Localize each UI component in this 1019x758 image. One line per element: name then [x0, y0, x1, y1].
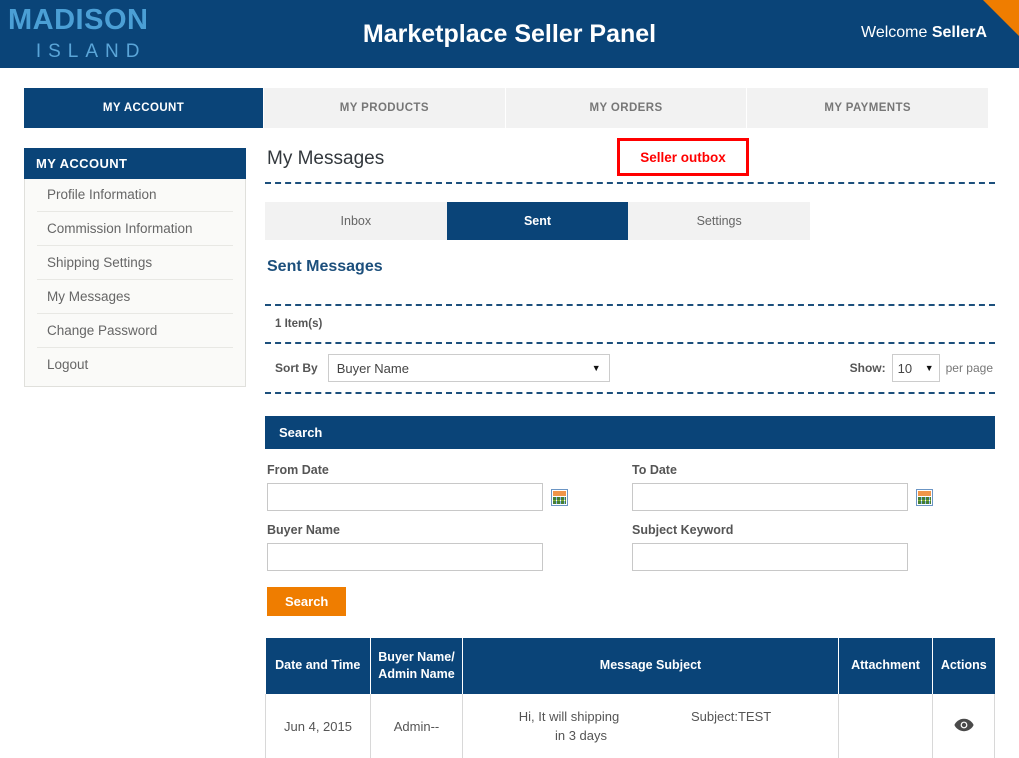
divider-under-title — [265, 182, 995, 184]
annotation-label: Seller outbox — [640, 149, 726, 165]
calendar-icon[interactable] — [551, 488, 568, 506]
sort-by-select[interactable]: Buyer Name ▼ — [327, 354, 610, 382]
page-size-value: 10 — [897, 360, 913, 376]
welcome-username: SellerA — [931, 24, 987, 41]
cell-attachment — [838, 693, 933, 758]
section-title: Sent Messages — [267, 258, 383, 275]
messages-tab-bar: Inbox Sent Settings — [265, 202, 810, 240]
sidebar-item-commission-information[interactable]: Commission Information — [37, 212, 233, 246]
search-button[interactable]: Search — [267, 587, 347, 616]
cell-buyer-name: Admin-- — [370, 693, 463, 758]
tab-inbox[interactable]: Inbox — [265, 202, 447, 240]
item-count: 1 Item(s) — [275, 318, 323, 330]
message-line-2: in 3 days — [554, 727, 608, 743]
cell-message-subject: Hi, It will shipping in 3 days Subject:T… — [462, 693, 839, 758]
sorter-row: Sort By Buyer Name ▼ Show: 10 ▼ per page — [265, 344, 995, 392]
nav-tab-label: MY PAYMENTS — [824, 102, 911, 114]
divider-below-sorter — [265, 392, 995, 394]
annotation-seller-outbox: Seller outbox — [617, 138, 749, 176]
sidebar-item-shipping-settings[interactable]: Shipping Settings — [37, 246, 233, 280]
nav-tab-label: MY PRODUCTS — [339, 102, 429, 114]
message-inner: Hi, It will shipping in 3 days Subject:T… — [469, 708, 832, 746]
search-panel-title: Search — [265, 416, 995, 449]
per-page-label: per page — [945, 361, 993, 375]
from-date-field-wrap — [267, 483, 632, 523]
eye-icon[interactable] — [953, 718, 974, 735]
sent-messages-table: Date and Time Buyer Name/ Admin Name Mes… — [265, 638, 995, 758]
list-toolbar: 1 Item(s) Sort By Buyer Name ▼ Show: 10 … — [265, 304, 995, 394]
table-header-row: Date and Time Buyer Name/ Admin Name Mes… — [265, 638, 995, 694]
column-header-message-subject: Message Subject — [462, 638, 839, 694]
from-date-label: From Date — [267, 463, 329, 477]
chevron-down-icon: ▼ — [924, 363, 934, 373]
to-date-field-wrap — [632, 483, 997, 523]
welcome-prefix: Welcome — [861, 24, 932, 41]
nav-tab-label: MY ORDERS — [589, 102, 663, 114]
table-row[interactable]: Jun 4, 2015 Admin-- Hi, It will shipping… — [265, 693, 995, 758]
sort-by-label: Sort By — [275, 361, 318, 375]
from-date-input[interactable] — [267, 483, 543, 511]
nav-tab-my-orders[interactable]: MY ORDERS — [505, 88, 748, 128]
column-header-buyer-name: Buyer Name/ Admin Name — [370, 638, 463, 694]
sorter-group: Sort By Buyer Name ▼ — [275, 354, 610, 382]
nav-tab-my-account[interactable]: MY ACCOUNT — [24, 88, 264, 128]
message-subject-text: Subject:TEST — [691, 708, 772, 724]
subject-keyword-input[interactable] — [632, 543, 908, 571]
buyer-name-label: Buyer Name — [267, 523, 340, 537]
account-sidebar: MY ACCOUNT Profile Information Commissio… — [24, 148, 246, 387]
column-header-actions: Actions — [932, 638, 995, 694]
main-content: My Messages Inbox Sent Settings Sent Mes… — [265, 140, 995, 758]
buyer-name-input[interactable] — [267, 543, 543, 571]
welcome-message: Welcome SellerA — [861, 24, 987, 42]
nav-tab-my-payments[interactable]: MY PAYMENTS — [747, 88, 989, 128]
seller-panel-page: MADISON ISLAND Marketplace Seller Panel … — [0, 0, 1019, 758]
nav-tab-label: MY ACCOUNT — [102, 102, 185, 114]
column-header-line1: Buyer Name/ — [378, 650, 455, 664]
nav-tab-my-products[interactable]: MY PRODUCTS — [264, 88, 506, 128]
table-head: Date and Time Buyer Name/ Admin Name Mes… — [265, 638, 995, 694]
subject-keyword-field-wrap — [632, 543, 997, 583]
tab-settings[interactable]: Settings — [628, 202, 810, 240]
search-form: From Date To Date Buyer Name Subject Key… — [265, 449, 995, 616]
sidebar-menu: Profile Information Commission Informati… — [25, 178, 245, 386]
column-header-line2: Admin Name — [378, 666, 455, 681]
message-line-1: Hi, It will shipping — [518, 708, 620, 724]
cell-date: Jun 4, 2015 — [265, 693, 371, 758]
buyer-name-field-wrap — [267, 543, 632, 583]
search-panel: Search From Date To Date Buyer Name Subj… — [265, 416, 995, 616]
sidebar-item-profile-information[interactable]: Profile Information — [37, 178, 233, 212]
to-date-label: To Date — [632, 463, 677, 477]
chevron-down-icon: ▼ — [591, 363, 601, 373]
page-size-group: Show: 10 ▼ per page — [850, 354, 995, 382]
table-body: Jun 4, 2015 Admin-- Hi, It will shipping… — [265, 693, 995, 758]
page-size-select[interactable]: 10 ▼ — [891, 354, 940, 382]
column-header-attachment: Attachment — [838, 638, 933, 694]
sidebar-item-change-password[interactable]: Change Password — [37, 314, 233, 348]
column-header-date-and-time: Date and Time — [265, 638, 371, 694]
sidebar-heading: MY ACCOUNT — [24, 148, 246, 179]
main-navigation: MY ACCOUNT MY PRODUCTS MY ORDERS MY PAYM… — [24, 88, 989, 128]
calendar-icon[interactable] — [916, 488, 933, 506]
sidebar-item-logout[interactable]: Logout — [37, 348, 233, 386]
search-field-grid: From Date To Date Buyer Name Subject Key… — [267, 463, 995, 583]
message-body-text: Hi, It will shipping in 3 days — [469, 708, 669, 746]
site-header: MADISON ISLAND Marketplace Seller Panel … — [0, 0, 1019, 68]
sidebar-item-my-messages[interactable]: My Messages — [37, 280, 233, 314]
sort-by-value: Buyer Name — [336, 360, 409, 376]
tab-sent[interactable]: Sent — [446, 202, 629, 240]
subject-keyword-label: Subject Keyword — [632, 523, 734, 537]
show-label: Show: — [849, 361, 886, 375]
to-date-input[interactable] — [632, 483, 908, 511]
cell-actions — [932, 693, 995, 758]
